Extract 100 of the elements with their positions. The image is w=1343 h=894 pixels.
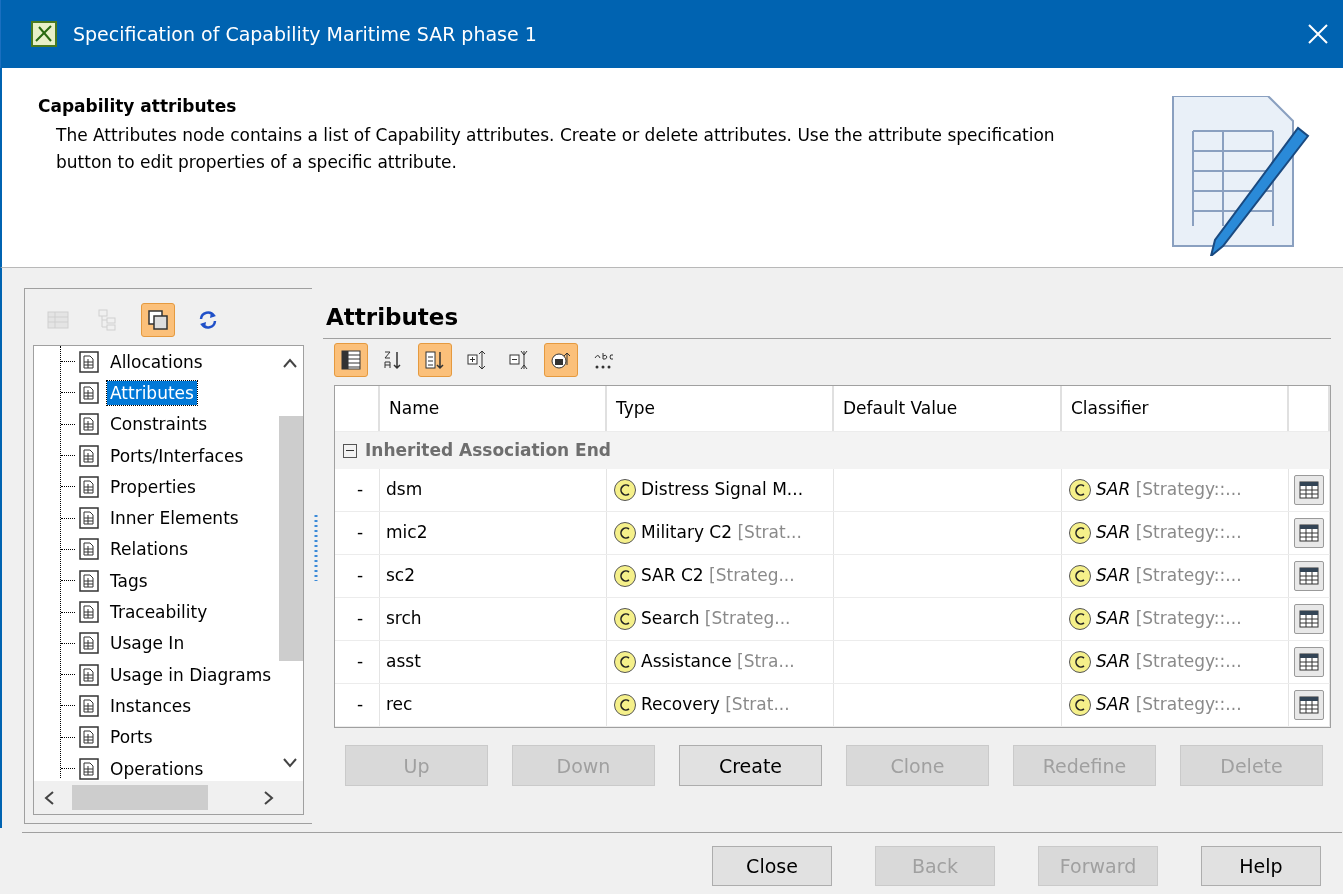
tree-item[interactable]: Ports (107, 725, 156, 750)
scroll-up-icon[interactable] (281, 358, 298, 368)
tree-item[interactable]: Usage in Diagrams (107, 662, 275, 687)
tree-item[interactable]: Constraints (107, 412, 210, 437)
class-icon (613, 521, 637, 545)
refresh-icon (197, 309, 219, 331)
page-icon (79, 663, 99, 686)
tree-item[interactable]: Usage In (107, 631, 188, 656)
class-icon (1068, 693, 1092, 717)
visibility-marker: - (356, 521, 364, 545)
page-icon (79, 381, 99, 404)
sort-list-button[interactable] (418, 343, 452, 377)
copy-icon (147, 309, 169, 331)
collapse-icon (508, 349, 530, 371)
close-icon[interactable] (1307, 23, 1329, 45)
table-icon (1299, 609, 1319, 629)
type-text: SAR C2 [Strateg... (641, 564, 795, 588)
specification-button[interactable] (1294, 647, 1324, 677)
classifier-text: SAR [Strategy::... (1096, 521, 1242, 545)
scroll-right-icon[interactable] (264, 790, 274, 806)
class-icon (1068, 650, 1092, 674)
visibility-marker: - (356, 478, 364, 502)
splitter-handle-icon[interactable] (313, 515, 318, 581)
columns-button[interactable] (334, 343, 368, 377)
page-icon (79, 726, 99, 749)
dialog-button[interactable]: Close (712, 846, 832, 886)
sort-list-icon (424, 349, 446, 371)
type-text: Distress Signal M... (641, 478, 804, 502)
visibility-marker: - (356, 693, 364, 717)
table-icon (47, 309, 69, 331)
class-icon (1068, 564, 1092, 588)
specification-button[interactable] (1294, 518, 1324, 548)
specification-button[interactable] (1294, 604, 1324, 634)
tree-item[interactable]: Properties (107, 474, 199, 499)
table-icon (1299, 652, 1319, 672)
scrollbar-thumb[interactable] (72, 785, 208, 810)
table-cell: dsm (380, 469, 607, 511)
app-icon (31, 21, 57, 47)
tree-item[interactable]: Operations (107, 756, 207, 781)
scrollbar-thumb[interactable] (278, 416, 303, 661)
columns-icon (340, 349, 362, 371)
type-text: Assistance [Stra... (641, 650, 795, 674)
specification-button[interactable] (1294, 690, 1324, 720)
page-icon (79, 475, 99, 498)
page-icon (79, 632, 99, 655)
page-icon (79, 757, 99, 780)
group-label: Inherited Association End (365, 438, 611, 462)
table-icon (1299, 523, 1319, 543)
type-text: Military C2 [Strat... (641, 521, 802, 545)
scroll-down-icon[interactable] (281, 758, 298, 768)
page-icon (79, 444, 99, 467)
tree-item[interactable]: Instances (107, 693, 195, 718)
class-icon (1068, 607, 1092, 631)
table-icon (1299, 480, 1319, 500)
table-cell: mic2 (380, 512, 607, 554)
page-icon (79, 413, 99, 436)
classifier-text: SAR [Strategy::... (1096, 607, 1242, 631)
copy-button[interactable] (141, 303, 175, 337)
class-icon (1068, 478, 1092, 502)
action-button[interactable]: Create (679, 745, 822, 786)
class-icon (613, 693, 637, 717)
header-description: The Attributes node contains a list of Capability attributes. Create or delete attributes. Use the attribute specification button to edit properties of a specific attribute. (56, 124, 1056, 175)
collapse-toggle-icon[interactable] (343, 443, 357, 458)
class-icon (1068, 521, 1092, 545)
visibility-marker: - (356, 650, 364, 674)
classifier-text: SAR [Strategy::... (1096, 478, 1242, 502)
table-cell: rec (380, 684, 607, 726)
window-title: Specification of Capability Maritime SAR phase 1 (73, 21, 537, 47)
tree-item[interactable]: Inner Elements (107, 506, 242, 531)
specification-button[interactable] (1294, 561, 1324, 591)
visibility-marker: - (356, 564, 364, 588)
class-icon (613, 564, 637, 588)
class-icon (613, 650, 637, 674)
table-cell: srch (380, 598, 607, 640)
tree-icon (97, 309, 119, 331)
specification-button[interactable] (1294, 475, 1324, 505)
tree-item[interactable]: Tags (107, 568, 151, 593)
table-cell: asst (380, 641, 607, 683)
page-icon (79, 538, 99, 561)
sort-icon (382, 349, 404, 371)
page-icon (79, 694, 99, 717)
header-title: Capability attributes (38, 96, 238, 117)
tree-item[interactable]: Relations (107, 537, 192, 562)
tree-item[interactable]: Attributes (107, 380, 197, 405)
page-icon (79, 601, 99, 623)
page-icon (79, 507, 99, 530)
table-cell: sc2 (380, 555, 607, 597)
horizontal-scrollbar[interactable] (34, 781, 303, 814)
type-text: Recovery [Strat... (641, 693, 790, 717)
tree-item[interactable]: Ports/Interfaces (107, 443, 247, 468)
scroll-left-icon[interactable] (44, 790, 54, 806)
table-icon (1299, 566, 1319, 586)
dialog-button[interactable]: Help (1201, 846, 1321, 886)
classifier-text: SAR [Strategy::... (1096, 564, 1242, 588)
inherited-button[interactable] (544, 343, 578, 377)
class-icon (613, 478, 637, 502)
table-icon (1299, 695, 1319, 715)
page-icon (79, 569, 99, 592)
tree-item[interactable]: Allocations (107, 349, 206, 374)
tree-item[interactable]: Traceability (107, 600, 211, 624)
